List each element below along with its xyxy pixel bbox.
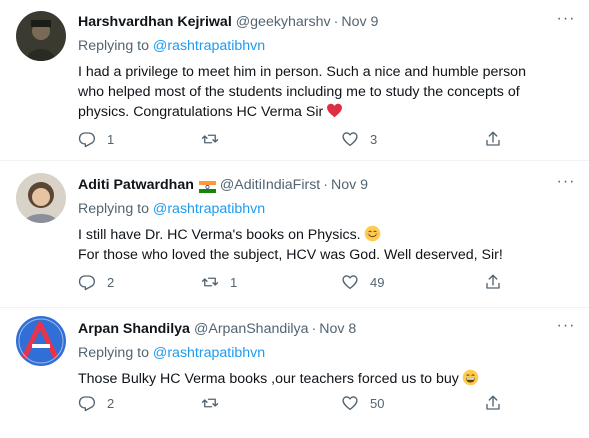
- avatar[interactable]: [16, 173, 66, 223]
- tweet-actions: 2 1 49: [78, 273, 508, 293]
- display-name[interactable]: Aditi Patwardhan: [78, 175, 194, 195]
- separator-dot: ·: [311, 321, 317, 337]
- reply-button[interactable]: 2: [78, 394, 114, 412]
- avatar[interactable]: [16, 11, 66, 61]
- share-icon: [486, 131, 500, 146]
- retweet-icon: [201, 134, 219, 144]
- replying-to-prefix: Replying to: [78, 201, 153, 217]
- tweet-date[interactable]: Nov 9: [341, 12, 378, 32]
- avatar[interactable]: [16, 316, 66, 366]
- display-name[interactable]: Harshvardhan Kejriwal: [78, 12, 232, 32]
- mention-link[interactable]: @rashtrapatibhvn: [153, 38, 265, 54]
- red-heart-emoji-icon: [326, 102, 343, 119]
- heart-icon: [342, 132, 358, 147]
- separator-dot: ·: [333, 14, 339, 30]
- replying-to: Replying to @rashtrapatibhvn: [78, 343, 577, 363]
- share-button[interactable]: [484, 273, 502, 291]
- heart-icon: [342, 396, 358, 411]
- reply-icon: [78, 275, 96, 291]
- display-name[interactable]: Arpan Shandilya: [78, 319, 190, 339]
- tweet[interactable]: Harshvardhan Kejriwal @geekyharshv · Nov…: [0, 0, 589, 161]
- share-button[interactable]: [484, 130, 502, 148]
- like-count: 49: [370, 274, 385, 290]
- india-flag-icon: [198, 179, 216, 193]
- like-button[interactable]: 3: [341, 130, 377, 148]
- share-button[interactable]: [484, 394, 502, 412]
- replying-to-prefix: Replying to: [78, 345, 153, 361]
- tweet[interactable]: Aditi Patwardhan @AditiIndiaFirst · Nov …: [0, 161, 589, 308]
- tweet-text: I had a privilege to meet him in person.…: [78, 62, 577, 122]
- tweet-text: Those Bulky HC Verma books ,our teachers…: [78, 369, 577, 389]
- retweet-icon: [201, 398, 219, 408]
- tweet-text-line: For those who loved the subject, HCV was…: [78, 247, 503, 263]
- retweet-count: 1: [230, 274, 238, 290]
- tweet-header: Arpan Shandilya @ArpanShandilya · Nov 8: [78, 319, 577, 339]
- like-button[interactable]: 49: [341, 273, 384, 291]
- tweet-text-line: I still have Dr. HC Verma's books on Phy…: [78, 227, 361, 243]
- tweet-text-line: who helped most of the students includin…: [78, 84, 520, 100]
- heart-icon: [342, 275, 358, 290]
- tweet-text-line: I had a privilege to meet him in person.…: [78, 64, 526, 80]
- separator-dot: ·: [323, 177, 328, 193]
- retweet-button[interactable]: [201, 394, 230, 412]
- mention-link[interactable]: @rashtrapatibhvn: [153, 201, 265, 217]
- replying-to: Replying to @rashtrapatibhvn: [78, 199, 577, 219]
- like-count: 50: [370, 395, 385, 411]
- reply-button[interactable]: 1: [78, 130, 114, 148]
- like-button[interactable]: 50: [341, 394, 384, 412]
- user-handle[interactable]: @ArpanShandilya: [194, 319, 309, 339]
- tweet-header: Aditi Patwardhan @AditiIndiaFirst · Nov …: [78, 175, 577, 195]
- replying-to: Replying to @rashtrapatibhvn: [78, 36, 577, 56]
- tweet-text-line: Those Bulky HC Verma books ,our teachers…: [78, 371, 459, 387]
- grinning-face-emoji-icon: [462, 369, 479, 386]
- smiling-face-emoji-icon: [364, 225, 381, 242]
- tweet-text-line: physics. Congratulations HC Verma Sir: [78, 104, 324, 120]
- share-icon: [486, 274, 500, 289]
- tweet[interactable]: Arpan Shandilya @ArpanShandilya · Nov 8 …: [0, 308, 589, 438]
- retweet-button[interactable]: [201, 130, 230, 148]
- replying-to-prefix: Replying to: [78, 38, 153, 54]
- mention-link[interactable]: @rashtrapatibhvn: [153, 345, 265, 361]
- more-options-icon[interactable]: ···: [555, 11, 577, 32]
- share-icon: [486, 395, 500, 410]
- tweet-actions: 2 50: [78, 394, 508, 414]
- tweet-header: Harshvardhan Kejriwal @geekyharshv · Nov…: [78, 12, 577, 32]
- reply-count: 2: [107, 395, 115, 411]
- reply-button[interactable]: 2: [78, 273, 114, 291]
- reply-icon: [78, 132, 96, 148]
- reply-icon: [78, 396, 96, 412]
- tweet-date[interactable]: Nov 8: [319, 319, 356, 339]
- user-handle[interactable]: @geekyharshv: [236, 12, 331, 32]
- tweet-date[interactable]: Nov 9: [331, 175, 368, 195]
- tweet-actions: 1 3: [78, 130, 508, 150]
- more-options-icon[interactable]: ···: [555, 174, 577, 195]
- reply-count: 2: [107, 274, 115, 290]
- retweet-icon: [201, 277, 219, 287]
- like-count: 3: [370, 131, 378, 147]
- user-handle[interactable]: @AditiIndiaFirst: [220, 175, 320, 195]
- more-options-icon[interactable]: ···: [555, 318, 577, 339]
- reply-count: 1: [107, 131, 115, 147]
- tweet-text: I still have Dr. HC Verma's books on Phy…: [78, 225, 577, 265]
- retweet-button[interactable]: 1: [201, 273, 237, 291]
